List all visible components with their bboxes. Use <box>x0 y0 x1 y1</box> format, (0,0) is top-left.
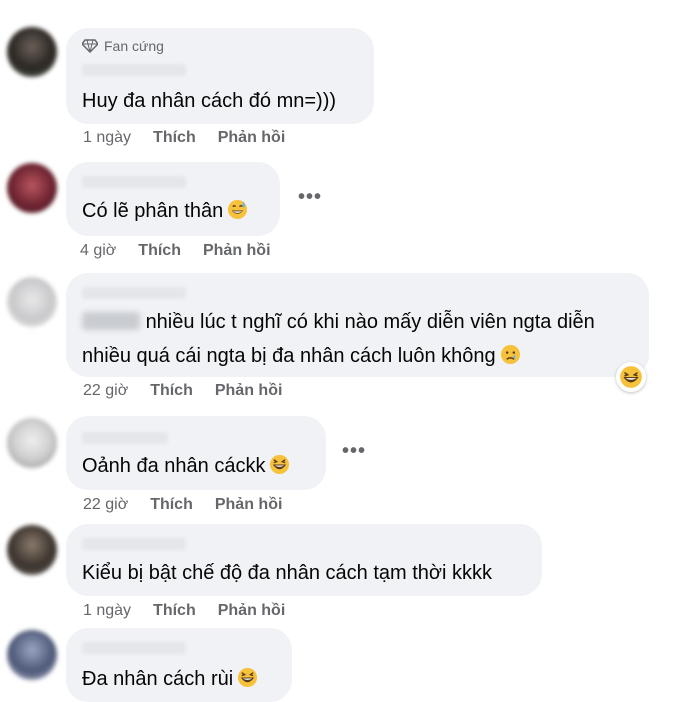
laughing-face-emoji <box>620 366 642 388</box>
avatar[interactable] <box>7 525 57 575</box>
comment-time[interactable]: 1 ngày <box>83 602 131 620</box>
comment-actions: 22 giờ Thích Phản hồi <box>83 382 304 400</box>
comment-text: Đa nhân cách rùi <box>82 662 278 696</box>
avatar[interactable] <box>7 27 57 77</box>
avatar[interactable] <box>7 418 57 468</box>
mentioned-name[interactable] <box>82 312 140 330</box>
reply-button[interactable]: Phản hồi <box>218 602 286 620</box>
like-button[interactable]: Thích <box>150 496 193 514</box>
laughing-emoji <box>270 454 290 475</box>
like-button[interactable]: Thích <box>138 242 181 260</box>
more-options-icon[interactable]: ••• <box>342 440 366 463</box>
comment-time[interactable]: 22 giờ <box>83 382 128 400</box>
avatar[interactable] <box>7 163 57 213</box>
comment-bubble: nhiều lúc t nghĩ có khi nào mấy diễn viê… <box>66 273 649 377</box>
like-button[interactable]: Thích <box>150 382 193 400</box>
comment-text: Có lẽ phân thân <box>82 194 266 228</box>
reply-button[interactable]: Phản hồi <box>215 382 283 400</box>
reply-button[interactable]: Phản hồi <box>218 129 286 147</box>
grinning-sweat-emoji <box>228 199 248 220</box>
more-options-icon[interactable]: ••• <box>298 186 322 209</box>
comment-actions: 1 ngày Thích Phản hồi <box>83 129 307 147</box>
comment-actions: 22 giờ Thích Phản hồi <box>83 496 304 514</box>
sad-relieved-emoji <box>500 344 520 365</box>
comment-text: Oảnh đa nhân cáckk <box>82 449 312 483</box>
like-button[interactable]: Thích <box>153 129 196 147</box>
reply-button[interactable]: Phản hồi <box>203 242 271 260</box>
laughing-emoji <box>238 667 258 688</box>
comment-bubble: Fan cứng Huy đa nhân cách đó mn=))) <box>66 28 374 124</box>
comment-bubble: Kiểu bị bật chế độ đa nhân cách tạm thời… <box>66 524 542 596</box>
comment-bubble: Đa nhân cách rùi <box>66 628 292 702</box>
diamond-icon <box>82 39 98 53</box>
comment-time[interactable]: 1 ngày <box>83 129 131 147</box>
avatar[interactable] <box>7 277 57 327</box>
comment-bubble: Có lẽ phân thân <box>66 162 280 236</box>
commenter-name[interactable] <box>82 287 186 299</box>
comment-text: Kiểu bị bật chế độ đa nhân cách tạm thời… <box>82 562 493 584</box>
comment-actions: 4 giờ Thích Phản hồi <box>80 242 293 260</box>
comment-time[interactable]: 4 giờ <box>80 242 116 260</box>
comment-actions: 1 ngày Thích Phản hồi <box>83 602 307 620</box>
reply-button[interactable]: Phản hồi <box>215 496 283 514</box>
badge-label: Fan cứng <box>104 38 164 54</box>
commenter-name[interactable] <box>82 538 186 550</box>
reaction-badge[interactable] <box>616 362 646 392</box>
commenter-name[interactable] <box>82 642 186 654</box>
commenter-name[interactable] <box>82 432 168 444</box>
comment-text: nhiều lúc t nghĩ có khi nào mấy diễn viê… <box>82 311 595 367</box>
commenter-name[interactable] <box>82 176 186 188</box>
like-button[interactable]: Thích <box>153 602 196 620</box>
comment-text: Huy đa nhân cách đó mn=))) <box>82 90 337 112</box>
avatar[interactable] <box>7 630 57 680</box>
fan-badge: Fan cứng <box>82 38 164 54</box>
comment-time[interactable]: 22 giờ <box>83 496 128 514</box>
comment-bubble: Oảnh đa nhân cáckk <box>66 416 326 490</box>
commenter-name[interactable] <box>82 64 186 76</box>
